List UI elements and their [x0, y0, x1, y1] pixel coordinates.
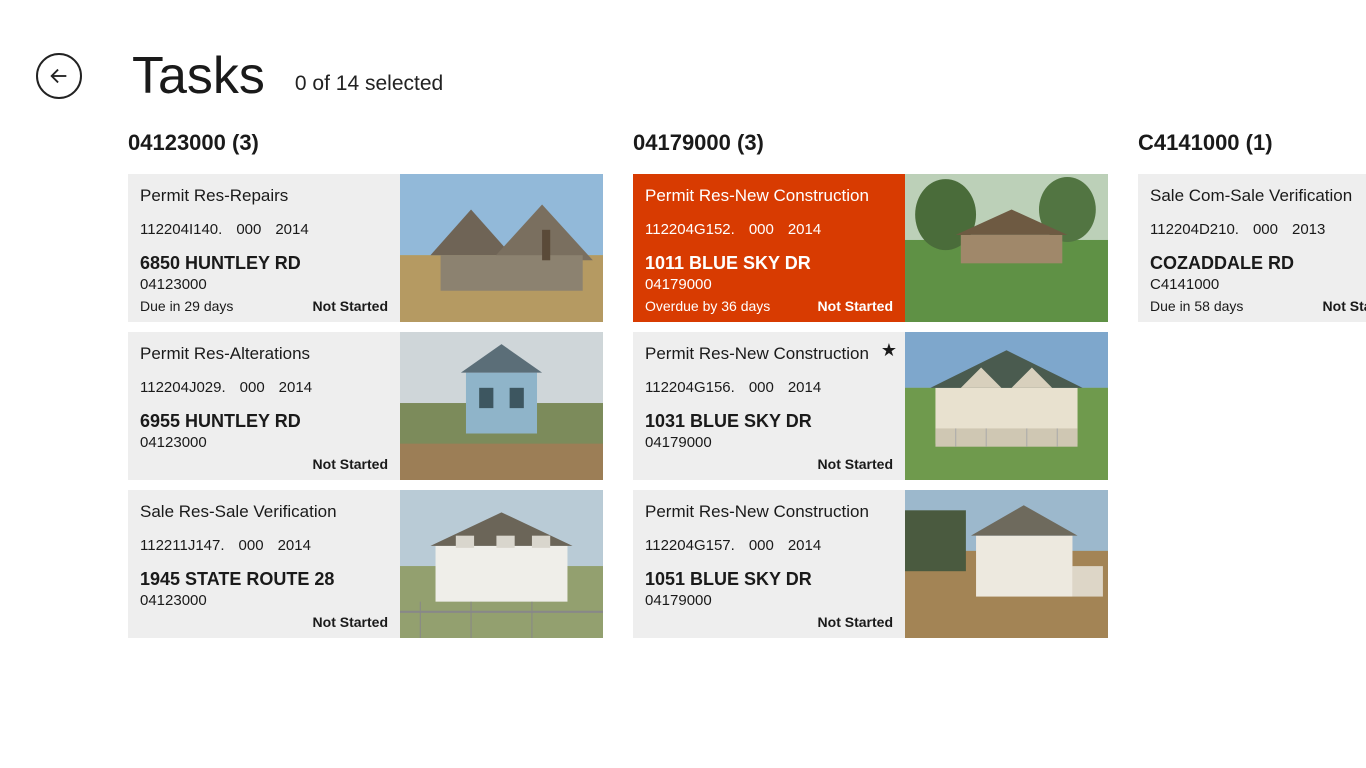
property-photo: [400, 490, 603, 638]
property-photo: [905, 332, 1108, 480]
task-code: 04179000: [645, 434, 893, 451]
page-title: Tasks: [132, 50, 265, 102]
task-year: 2014: [788, 537, 821, 554]
column-header[interactable]: 04123000 (3): [128, 130, 603, 156]
task-meta: 112204D210. 000 2013: [1150, 221, 1366, 238]
task-column: 04179000 (3) Permit Res-New Construction 1…: [633, 130, 1108, 648]
task-column: 04123000 (3) Permit Res-Repairs 112204I140…: [128, 130, 603, 648]
task-type: Sale Res-Sale Verification: [140, 502, 388, 522]
task-footer: Overdue by 36 days Not Started: [645, 298, 893, 314]
task-address: 6955 HUNTLEY RD: [140, 411, 388, 432]
task-card[interactable]: Permit Res-New Construction 112204G156. 00…: [633, 332, 1108, 480]
task-code: C4141000: [1150, 276, 1366, 293]
task-status: Not Started: [818, 614, 893, 630]
task-meta: 112204J029. 000 2014: [140, 379, 388, 396]
task-year: 2014: [788, 221, 821, 238]
task-status: Not Started: [313, 614, 388, 630]
task-parcel: 112204J029.: [140, 379, 226, 396]
task-lot: 000: [749, 537, 774, 554]
task-lot: 000: [749, 221, 774, 238]
arrow-left-icon: [48, 65, 70, 87]
task-footer: Due in 29 days Not Started: [140, 298, 388, 314]
star-icon: ★: [881, 340, 897, 361]
task-meta: 112204I140. 000 2014: [140, 221, 388, 238]
task-lot: 000: [1253, 221, 1278, 238]
task-lot: 000: [239, 537, 264, 554]
task-card-info: Permit Res-New Construction 112204G157. 00…: [633, 490, 905, 638]
task-address: 6850 HUNTLEY RD: [140, 253, 388, 274]
column-header[interactable]: C4141000 (1): [1138, 130, 1366, 156]
task-parcel: 112204G152.: [645, 221, 735, 238]
task-columns: 04123000 (3) Permit Res-Repairs 112204I140…: [0, 130, 1366, 648]
task-year: 2013: [1292, 221, 1325, 238]
task-card-info: Permit Res-New Construction 112204G152. 00…: [633, 174, 905, 322]
task-code: 04123000: [140, 434, 388, 451]
task-card[interactable]: Sale Res-Sale Verification 112211J147. 000…: [128, 490, 603, 638]
task-type: Permit Res-Alterations: [140, 344, 388, 364]
task-status: Not Started: [818, 298, 893, 314]
task-lot: 000: [236, 221, 261, 238]
task-status: Not Started: [313, 298, 388, 314]
task-card[interactable]: Permit Res-Alterations 112204J029. 000 2014…: [128, 332, 603, 480]
task-year: 2014: [279, 379, 312, 396]
task-year: 2014: [278, 537, 311, 554]
task-address: 1945 STATE ROUTE 28: [140, 569, 388, 590]
task-due: Due in 58 days: [1150, 298, 1243, 314]
task-due: Overdue by 36 days: [645, 298, 770, 314]
task-code: 04123000: [140, 592, 388, 609]
task-address: 1011 BLUE SKY DR: [645, 253, 893, 274]
task-code: 04179000: [645, 276, 893, 293]
task-parcel: 112204I140.: [140, 221, 222, 238]
task-due: Due in 29 days: [140, 298, 233, 314]
task-card-info: Sale Res-Sale Verification 112211J147. 000…: [128, 490, 400, 638]
task-card[interactable]: Permit Res-New Construction 112204G152. 00…: [633, 174, 1108, 322]
task-meta: 112204G157. 000 2014: [645, 537, 893, 554]
task-meta: 112204G152. 000 2014: [645, 221, 893, 238]
task-footer: Not Started: [645, 614, 893, 630]
task-card[interactable]: Permit Res-Repairs 112204I140. 000 2014 6850…: [128, 174, 603, 322]
column-header[interactable]: 04179000 (3): [633, 130, 1108, 156]
task-status: Not Started: [1323, 298, 1366, 314]
property-photo: [905, 174, 1108, 322]
task-year: 2014: [788, 379, 821, 396]
task-footer: Not Started: [140, 456, 388, 472]
task-column: C4141000 (1) Sale Com-Sale Verification 11…: [1138, 130, 1366, 648]
task-lot: 000: [749, 379, 774, 396]
task-code: 04179000: [645, 592, 893, 609]
task-address: 1031 BLUE SKY DR: [645, 411, 893, 432]
task-card-info: Permit Res-Repairs 112204I140. 000 2014 6850…: [128, 174, 400, 322]
task-code: 04123000: [140, 276, 388, 293]
task-type: Permit Res-New Construction: [645, 502, 893, 522]
task-parcel: 112204G157.: [645, 537, 735, 554]
task-parcel: 112204G156.: [645, 379, 735, 396]
task-address: 1051 BLUE SKY DR: [645, 569, 893, 590]
task-card-info: Permit Res-Alterations 112204J029. 000 2014…: [128, 332, 400, 480]
task-type: Permit Res-Repairs: [140, 186, 388, 206]
task-card[interactable]: Sale Com-Sale Verification 112204D210. 000…: [1138, 174, 1366, 322]
task-footer: Due in 58 days Not Started: [1150, 298, 1366, 314]
task-parcel: 112211J147.: [140, 537, 225, 554]
task-footer: Not Started: [140, 614, 388, 630]
task-address: COZADDALE RD: [1150, 253, 1366, 274]
property-photo: [400, 332, 603, 480]
property-photo: [905, 490, 1108, 638]
task-type: Permit Res-New Construction: [645, 344, 893, 364]
back-button[interactable]: [36, 53, 82, 99]
page-header: Tasks 0 of 14 selected: [0, 0, 1366, 130]
selection-count: 0 of 14 selected: [295, 72, 443, 102]
task-parcel: 112204D210.: [1150, 221, 1239, 238]
task-card-info: Sale Com-Sale Verification 112204D210. 000…: [1138, 174, 1366, 322]
task-lot: 000: [240, 379, 265, 396]
task-meta: 112211J147. 000 2014: [140, 537, 388, 554]
task-year: 2014: [275, 221, 308, 238]
task-status: Not Started: [313, 456, 388, 472]
property-photo: [400, 174, 603, 322]
task-card-info: Permit Res-New Construction 112204G156. 00…: [633, 332, 905, 480]
task-type: Permit Res-New Construction: [645, 186, 893, 206]
task-status: Not Started: [818, 456, 893, 472]
task-meta: 112204G156. 000 2014: [645, 379, 893, 396]
task-type: Sale Com-Sale Verification: [1150, 186, 1366, 206]
task-footer: Not Started: [645, 456, 893, 472]
task-card[interactable]: Permit Res-New Construction 112204G157. 00…: [633, 490, 1108, 638]
